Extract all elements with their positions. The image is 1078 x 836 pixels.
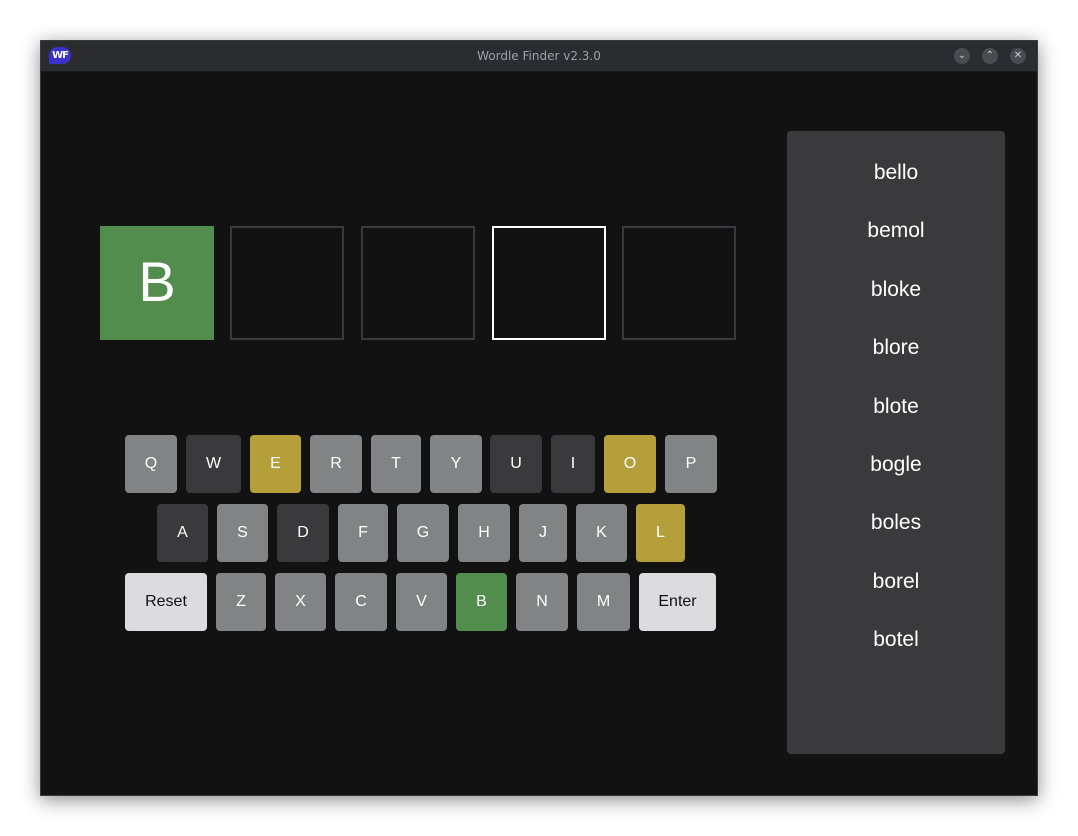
word-result-item[interactable]: botel	[787, 620, 1005, 660]
key-y[interactable]: Y	[430, 435, 482, 493]
word-result-item[interactable]: bemol	[787, 211, 1005, 251]
app-window: WF Wordle Finder v2.3.0 ⌄ ⌃ ✕ B Q W E R …	[40, 40, 1038, 796]
key-c[interactable]: C	[335, 573, 387, 631]
word-result-item[interactable]: bloke	[787, 270, 1005, 310]
letter-tile-2[interactable]	[230, 226, 344, 340]
word-result-item[interactable]: borel	[787, 562, 1005, 602]
key-j[interactable]: J	[519, 504, 567, 562]
key-x[interactable]: X	[275, 573, 326, 631]
maximize-button[interactable]: ⌃	[982, 48, 998, 64]
key-d[interactable]: D	[277, 504, 329, 562]
word-result-item[interactable]: blote	[787, 387, 1005, 427]
key-f[interactable]: F	[338, 504, 388, 562]
minimize-button[interactable]: ⌄	[954, 48, 970, 64]
key-b[interactable]: B	[456, 573, 507, 631]
key-t[interactable]: T	[371, 435, 421, 493]
key-m[interactable]: M	[577, 573, 630, 631]
close-button[interactable]: ✕	[1010, 48, 1026, 64]
key-w[interactable]: W	[186, 435, 241, 493]
title-bar[interactable]: WF Wordle Finder v2.3.0 ⌄ ⌃ ✕	[41, 41, 1037, 72]
letter-tile-1[interactable]: B	[100, 226, 214, 340]
key-q[interactable]: Q	[125, 435, 177, 493]
letter-tile-3[interactable]	[361, 226, 475, 340]
key-s[interactable]: S	[217, 504, 268, 562]
key-r[interactable]: R	[310, 435, 362, 493]
key-a[interactable]: A	[157, 504, 208, 562]
word-result-item[interactable]: blore	[787, 328, 1005, 368]
window-title: Wordle Finder v2.3.0	[477, 49, 601, 63]
word-result-item[interactable]: bogle	[787, 445, 1005, 485]
letter-tile-5[interactable]	[622, 226, 736, 340]
key-h[interactable]: H	[458, 504, 510, 562]
word-results-panel[interactable]: bello bemol bloke blore blote bogle bole…	[787, 131, 1005, 754]
key-u[interactable]: U	[490, 435, 542, 493]
key-i[interactable]: I	[551, 435, 595, 493]
key-g[interactable]: G	[397, 504, 449, 562]
key-z[interactable]: Z	[216, 573, 266, 631]
key-k[interactable]: K	[576, 504, 627, 562]
key-v[interactable]: V	[396, 573, 447, 631]
key-e[interactable]: E	[250, 435, 301, 493]
key-o[interactable]: O	[604, 435, 656, 493]
letter-tile-4[interactable]	[492, 226, 606, 340]
main-content: B Q W E R T Y U I O P A S D F G H J K L …	[45, 72, 1033, 791]
word-result-item[interactable]: boles	[787, 503, 1005, 543]
enter-button[interactable]: Enter	[639, 573, 716, 631]
reset-button[interactable]: Reset	[125, 573, 207, 631]
key-n[interactable]: N	[516, 573, 568, 631]
key-p[interactable]: P	[665, 435, 717, 493]
word-result-item[interactable]: bello	[787, 153, 1005, 193]
key-l[interactable]: L	[636, 504, 685, 562]
